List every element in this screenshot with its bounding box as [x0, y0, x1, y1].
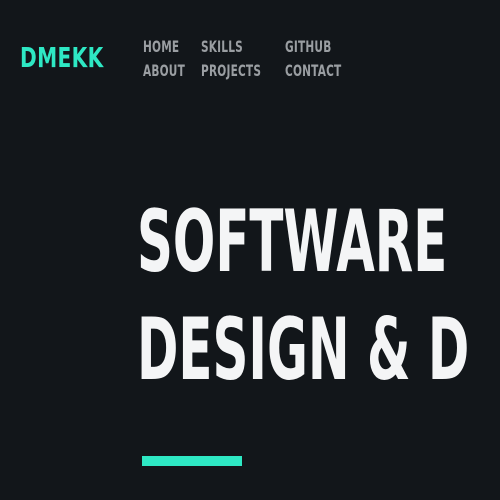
- nav-link-projects[interactable]: PROJECTS: [201, 61, 261, 81]
- hero-line-1: SOFTWARE: [137, 192, 448, 292]
- nav-link-skills[interactable]: SKILLS: [201, 37, 243, 57]
- page: DMEKK HOME ABOUT SKILLS PROJECTS GITHUB …: [0, 0, 500, 500]
- brand-logo[interactable]: DMEKK: [20, 38, 104, 78]
- accent-bar: [142, 456, 242, 466]
- nav-link-contact[interactable]: CONTACT: [285, 61, 341, 81]
- nav-link-home[interactable]: HOME: [143, 37, 179, 57]
- hero-headline: SOFTWARE DESIGN & D: [137, 188, 469, 404]
- hero-line-2: DESIGN & D: [137, 300, 470, 400]
- nav-link-about[interactable]: ABOUT: [143, 61, 185, 81]
- nav-link-github[interactable]: GITHUB: [285, 37, 331, 57]
